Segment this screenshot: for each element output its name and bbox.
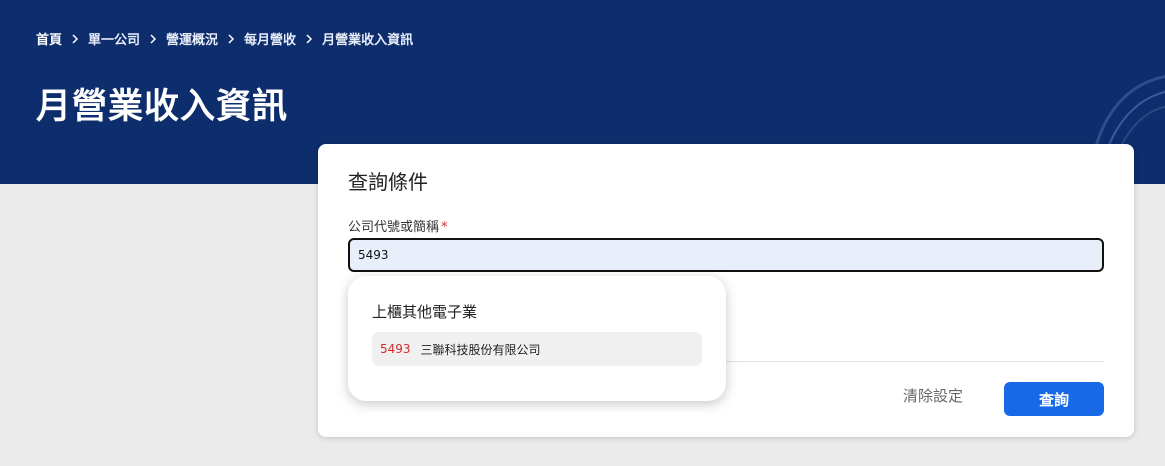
breadcrumb-current: 月營業收入資訊 — [322, 33, 414, 48]
breadcrumb-single-company[interactable]: 單一公司 — [88, 29, 140, 48]
breadcrumb-monthly-revenue[interactable]: 每月營收 — [244, 29, 296, 48]
required-mark: * — [441, 220, 448, 235]
query-button[interactable]: 查詢 — [1004, 382, 1104, 416]
breadcrumb-operations[interactable]: 營運概況 — [166, 29, 218, 48]
page-title: 月營業收入資訊 — [36, 87, 289, 127]
query-card-title: 查詢條件 — [348, 170, 428, 194]
suggestion-item-code: 5493 — [380, 342, 411, 356]
breadcrumb-home[interactable]: 首頁 — [36, 29, 62, 48]
chevron-right-icon — [72, 33, 79, 44]
company-code-input[interactable] — [348, 238, 1104, 272]
chevron-right-icon — [306, 33, 313, 44]
company-field-label-text: 公司代號或簡稱 — [348, 220, 440, 235]
company-field-label: 公司代號或簡稱 * — [348, 216, 448, 235]
suggestion-item[interactable]: 5493 三聯科技股份有限公司 — [372, 332, 702, 366]
chevron-right-icon — [150, 33, 157, 44]
suggestion-item-name: 三聯科技股份有限公司 — [420, 342, 541, 357]
breadcrumb: 首頁 單一公司 營運概況 每月營收 月營業收入資訊 — [36, 29, 413, 48]
chevron-right-icon — [228, 33, 235, 44]
company-suggestion-dropdown: 上櫃其他電子業 5493 三聯科技股份有限公司 — [348, 276, 726, 401]
suggestion-group-label: 上櫃其他電子業 — [372, 303, 478, 321]
clear-settings-button[interactable]: 清除設定 — [903, 385, 963, 406]
